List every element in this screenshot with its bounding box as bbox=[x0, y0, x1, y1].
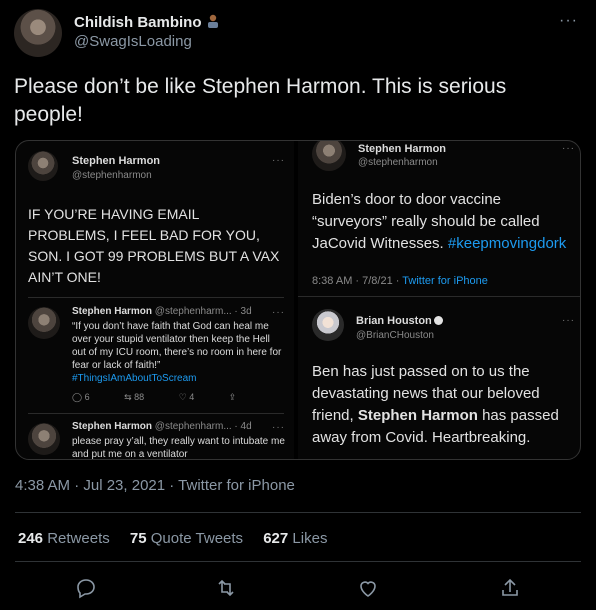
reply-actions: ◯ 6 ⇆ 88 ♡ 4 ⇪ bbox=[72, 392, 252, 403]
heart-icon: ♡ 4 bbox=[178, 392, 195, 402]
more-options-icon[interactable]: ··· bbox=[559, 12, 578, 30]
reply-more-icon: ··· bbox=[272, 307, 285, 318]
tweet-media[interactable]: Stephen Harmon @stephenharmon ··· IF YOU… bbox=[15, 140, 581, 460]
post-author-name: Stephen Harmon bbox=[72, 155, 161, 167]
share-icon: ⇪ bbox=[228, 392, 237, 402]
post-author-handle: @stephenharmon bbox=[358, 157, 438, 168]
author-name[interactable]: Childish Bambino bbox=[74, 13, 221, 31]
media-panel-right: Stephen Harmon @stephenharmon ··· Biden’… bbox=[298, 141, 580, 459]
post-author-name: Brian Houston bbox=[356, 315, 443, 327]
author-avatar[interactable] bbox=[14, 9, 62, 57]
verified-badge-icon bbox=[433, 316, 443, 325]
divider bbox=[15, 512, 581, 513]
divider bbox=[298, 296, 580, 297]
heart-icon[interactable] bbox=[356, 576, 380, 600]
post-author-handle: @BrianCHouston bbox=[356, 330, 434, 341]
retweets-stat[interactable]: 246 Retweets bbox=[18, 530, 110, 547]
tweet-timestamp[interactable]: 4:38 AM · Jul 23, 2021 · Twitter for iPh… bbox=[15, 477, 295, 494]
post-more-icon: ··· bbox=[272, 155, 285, 166]
reply-text: “If you don’t have faith that God can he… bbox=[72, 321, 282, 384]
likes-stat[interactable]: 627 Likes bbox=[263, 530, 327, 547]
post-text: IF YOU’RE HAVING EMAIL PROBLEMS, I FEEL … bbox=[28, 206, 280, 285]
post-more-icon: ··· bbox=[562, 315, 575, 326]
reply-more-icon: ··· bbox=[272, 422, 285, 433]
quote-tweets-stat[interactable]: 75 Quote Tweets bbox=[130, 530, 243, 547]
reply-header: Stephen Harmon @stephenharm... · 4d bbox=[72, 421, 252, 432]
stephen-harmon-avatar bbox=[312, 141, 346, 171]
divider bbox=[28, 297, 284, 298]
stephen-harmon-avatar bbox=[28, 307, 60, 339]
share-icon[interactable] bbox=[498, 576, 522, 600]
tweet-stats: 246 Retweets 75 Quote Tweets 627 Likes bbox=[18, 530, 343, 547]
stephen-harmon-avatar bbox=[28, 423, 60, 455]
reply-icon[interactable] bbox=[74, 576, 98, 600]
post-more-icon: ··· bbox=[562, 143, 575, 154]
post-text: Biden’s door to door vaccine “surveyors”… bbox=[312, 191, 567, 252]
brian-houston-avatar bbox=[312, 309, 344, 341]
reply-text: please pray y’all, they really want to i… bbox=[72, 436, 285, 459]
post-author-name: Stephen Harmon bbox=[358, 143, 447, 155]
stephen-harmon-avatar bbox=[28, 151, 58, 181]
post-meta: 8:38 AM · 7/8/21 · Twitter for iPhone bbox=[312, 275, 488, 287]
post-author-handle: @stephenharmon bbox=[72, 170, 152, 181]
retweet-icon: ⇆ 88 bbox=[124, 392, 145, 402]
retweet-icon[interactable] bbox=[214, 576, 238, 600]
author-handle[interactable]: @SwagIsLoading bbox=[74, 33, 192, 50]
divider bbox=[28, 413, 284, 414]
person-emoji-icon bbox=[207, 14, 218, 28]
reply-header: Stephen Harmon @stephenharm... · 3d bbox=[72, 306, 252, 317]
media-panel-left: Stephen Harmon @stephenharmon ··· IF YOU… bbox=[16, 141, 294, 459]
divider bbox=[15, 561, 581, 562]
tweet-text: Please don’t be like Stephen Harmon. Thi… bbox=[14, 75, 507, 126]
post-text: Ben has just passed on to us the devasta… bbox=[312, 363, 559, 446]
reply-icon: ◯ 6 bbox=[72, 392, 90, 402]
